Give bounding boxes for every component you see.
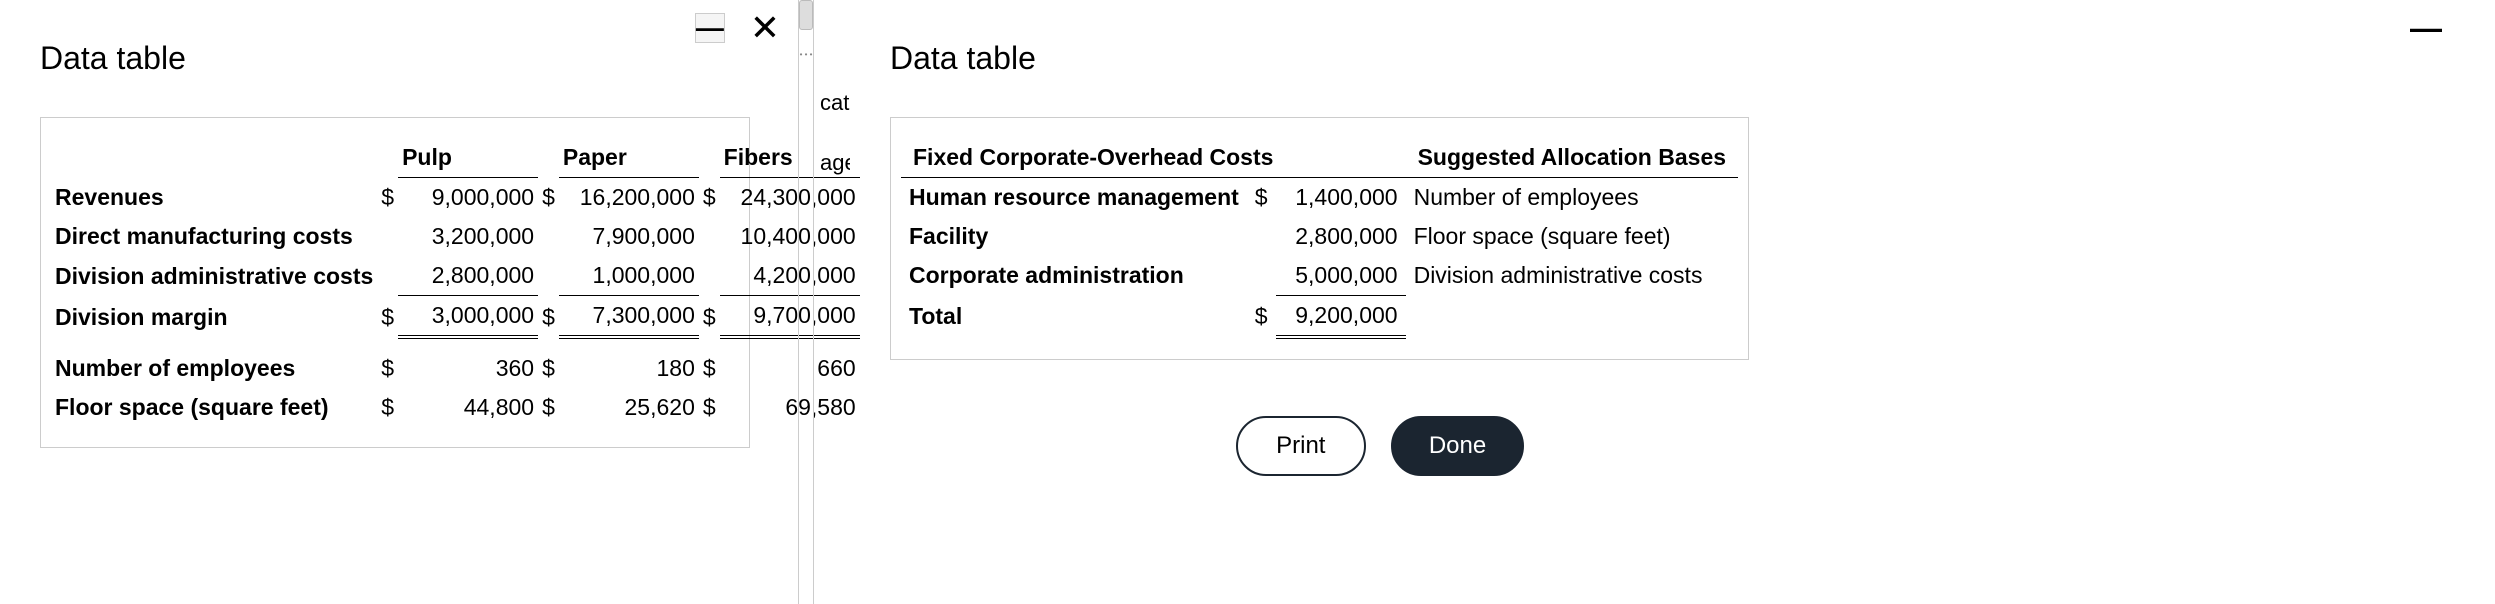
currency-symbol — [699, 256, 720, 296]
currency-symbol — [538, 256, 559, 296]
table-row: Floor space (square feet)$44,800$25,620$… — [51, 388, 860, 427]
table-row: Revenues$9,000,000$16,200,000$24,300,000 — [51, 178, 860, 218]
cell-value: 360 — [398, 349, 538, 388]
cell-value: 7,300,000 — [559, 296, 699, 338]
clipped-text: cat — [820, 90, 850, 116]
row-label: Number of employees — [51, 349, 377, 388]
cell-value: 3,200,000 — [398, 217, 538, 256]
scrollbar-thumb[interactable] — [799, 0, 813, 30]
cell-value: 25,620 — [559, 388, 699, 427]
col-header: Paper — [559, 138, 699, 178]
division-table: Pulp Paper Fibers Revenues$9,000,000$16,… — [51, 138, 860, 427]
row-label: Direct manufacturing costs — [51, 217, 377, 256]
cell-value: 44,800 — [398, 388, 538, 427]
row-label: Human resource management — [901, 178, 1247, 218]
currency-symbol: $ — [538, 296, 559, 338]
table-header-row: Pulp Paper Fibers — [51, 138, 860, 178]
currency-symbol: $ — [1247, 296, 1276, 338]
dialog-actions: Print Done — [1070, 416, 1690, 476]
pane-divider[interactable]: • • • cat age — [790, 0, 850, 604]
right-dialog: — Data table Fixed Corporate-Overhead Co… — [850, 0, 2450, 604]
currency-symbol: $ — [1247, 178, 1276, 218]
table-header-row: Fixed Corporate-Overhead Costs Suggested… — [901, 138, 1738, 178]
cell-value: 7,900,000 — [559, 217, 699, 256]
currency-symbol — [1247, 256, 1276, 296]
overhead-table: Fixed Corporate-Overhead Costs Suggested… — [901, 138, 1738, 339]
minimize-button[interactable]: — — [2410, 10, 2440, 47]
scrollbar-track[interactable] — [798, 0, 814, 604]
currency-symbol: $ — [699, 178, 720, 218]
cell-value: 9,000,000 — [398, 178, 538, 218]
row-label: Division administrative costs — [51, 256, 377, 296]
currency-symbol: $ — [377, 349, 398, 388]
row-label: Total — [901, 296, 1247, 338]
dialog-title: Data table — [40, 40, 750, 77]
currency-symbol: $ — [699, 296, 720, 338]
row-label: Division margin — [51, 296, 377, 338]
allocation-basis: Number of employees — [1406, 178, 1738, 218]
left-table-card: Pulp Paper Fibers Revenues$9,000,000$16,… — [40, 117, 750, 448]
currency-symbol — [377, 217, 398, 256]
currency-symbol: $ — [377, 296, 398, 338]
allocation-basis: Floor space (square feet) — [1406, 217, 1738, 256]
cell-value: 1,400,000 — [1276, 178, 1406, 218]
cell-value: 9,200,000 — [1276, 296, 1406, 338]
currency-symbol: $ — [538, 349, 559, 388]
close-icon[interactable]: ✕ — [750, 10, 780, 46]
row-label: Floor space (square feet) — [51, 388, 377, 427]
left-dialog: — ✕ Data table Pulp Paper Fibers Revenue… — [0, 0, 790, 604]
col-header: Fixed Corporate-Overhead Costs — [901, 138, 1406, 178]
row-label: Revenues — [51, 178, 377, 218]
currency-symbol: $ — [377, 388, 398, 427]
currency-symbol: $ — [699, 388, 720, 427]
currency-symbol — [1247, 217, 1276, 256]
table-row: Number of employees$360$180$660 — [51, 349, 860, 388]
col-header: Pulp — [398, 138, 538, 178]
cell-value: 1,000,000 — [559, 256, 699, 296]
cell-value: 3,000,000 — [398, 296, 538, 338]
clipped-text: age — [820, 150, 850, 176]
table-row: Total$9,200,000 — [901, 296, 1738, 338]
table-row: Division margin$3,000,000$7,300,000$9,70… — [51, 296, 860, 338]
currency-symbol: $ — [538, 388, 559, 427]
table-row: Facility 2,800,000Floor space (square fee… — [901, 217, 1738, 256]
minimize-button[interactable]: — — [695, 13, 725, 43]
cell-value: 2,800,000 — [1276, 217, 1406, 256]
cell-value: 5,000,000 — [1276, 256, 1406, 296]
print-button[interactable]: Print — [1236, 416, 1366, 476]
dialog-title: Data table — [890, 40, 2410, 77]
done-button[interactable]: Done — [1391, 416, 1524, 476]
cell-value: 2,800,000 — [398, 256, 538, 296]
row-label: Facility — [901, 217, 1247, 256]
table-row: Corporate administration 5,000,000Divisio… — [901, 256, 1738, 296]
cell-value: 180 — [559, 349, 699, 388]
currency-symbol: $ — [699, 349, 720, 388]
cell-value: 16,200,000 — [559, 178, 699, 218]
currency-symbol: $ — [538, 178, 559, 218]
currency-symbol — [699, 217, 720, 256]
drag-handle-icon[interactable]: • • • — [798, 50, 814, 59]
row-label: Corporate administration — [901, 256, 1247, 296]
table-row: Division administrative costs 2,800,000 1,… — [51, 256, 860, 296]
allocation-basis: Division administrative costs — [1406, 256, 1738, 296]
table-row: Human resource management$1,400,000Numbe… — [901, 178, 1738, 218]
col-header: Suggested Allocation Bases — [1406, 138, 1738, 178]
currency-symbol: $ — [377, 178, 398, 218]
currency-symbol — [377, 256, 398, 296]
allocation-basis — [1406, 296, 1738, 338]
table-row: Direct manufacturing costs 3,200,000 7,900… — [51, 217, 860, 256]
window-controls: — ✕ — [695, 10, 780, 46]
right-table-card: Fixed Corporate-Overhead Costs Suggested… — [890, 117, 1749, 360]
currency-symbol — [538, 217, 559, 256]
